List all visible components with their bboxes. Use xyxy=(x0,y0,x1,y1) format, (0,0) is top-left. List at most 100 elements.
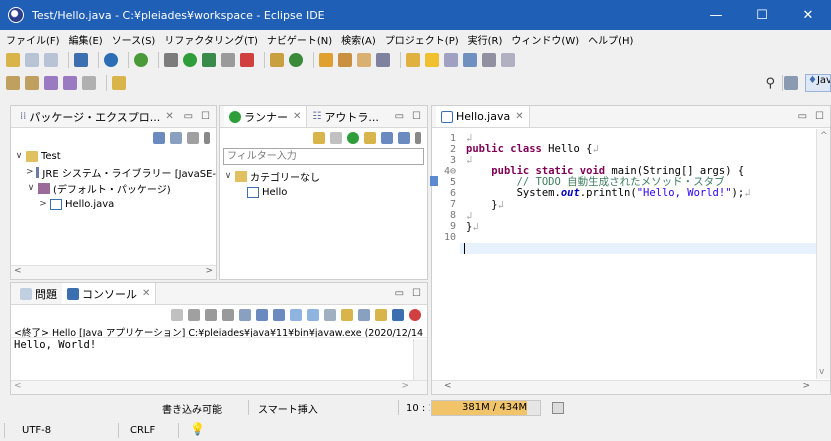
expand-icon[interactable]: ∨ xyxy=(223,171,233,181)
expand-icon[interactable]: > xyxy=(38,199,48,209)
editor-tab-hello-java[interactable]: Hello.java ✕ xyxy=(436,106,530,127)
annotation-icon[interactable] xyxy=(406,53,420,67)
remove-all-icon[interactable] xyxy=(222,309,234,321)
maximize-icon[interactable]: ☐ xyxy=(815,111,824,122)
last-edit-icon[interactable] xyxy=(44,76,58,90)
menu-window[interactable]: ウィンドウ(W) xyxy=(511,32,579,47)
display-console-icon[interactable] xyxy=(324,309,336,321)
pin-console-icon[interactable] xyxy=(307,309,319,321)
expand-icon[interactable]: ∨ xyxy=(14,151,24,161)
show-whitespace-icon[interactable] xyxy=(501,53,515,67)
tree-item-project[interactable]: ∨ Test xyxy=(14,148,216,164)
menu-search[interactable]: 検索(A) xyxy=(341,32,376,47)
tree-item-default-package[interactable]: ∨ (デフォルト・パッケージ) xyxy=(14,180,216,196)
new-config-icon[interactable] xyxy=(313,132,325,144)
scroll-right-icon[interactable]: > xyxy=(802,381,810,391)
new-java-project-icon[interactable] xyxy=(270,53,284,67)
run-icon[interactable] xyxy=(347,132,359,144)
menu-run[interactable]: 実行(R) xyxy=(468,32,503,47)
problems-tab[interactable]: 問題 xyxy=(15,283,62,304)
filter-icon[interactable] xyxy=(187,132,199,144)
maximize-icon[interactable]: ☐ xyxy=(412,111,421,122)
horizontal-scrollbar[interactable]: < > xyxy=(11,380,427,394)
terminal-icon[interactable] xyxy=(74,53,88,67)
task-marker-icon[interactable] xyxy=(430,176,438,186)
heap-status[interactable]: 381M / 434M xyxy=(431,400,541,416)
coverage-icon[interactable] xyxy=(202,53,216,67)
view-menu-icon[interactable] xyxy=(204,132,210,144)
minimize-icon[interactable]: ▭ xyxy=(395,288,404,299)
open-perspective-icon[interactable] xyxy=(784,76,798,90)
view-menu-icon[interactable] xyxy=(415,132,421,144)
word-wrap-icon[interactable] xyxy=(290,309,302,321)
scroll-right-icon[interactable]: > xyxy=(205,266,213,276)
edit-icon[interactable] xyxy=(376,53,390,67)
outline-tab[interactable]: ☷ アウトラ... xyxy=(307,106,383,127)
close-icon[interactable]: ✕ xyxy=(165,111,173,122)
stop-icon[interactable] xyxy=(221,53,235,67)
package-explorer-tab[interactable]: ⁞⁞ パッケージ・エクスプロ... ✕ xyxy=(15,106,179,127)
scroll-up-icon[interactable]: ^ xyxy=(820,131,828,141)
menu-file[interactable]: ファイル(F) xyxy=(6,32,60,47)
expand-icon[interactable]: ∨ xyxy=(26,183,36,193)
open-console-icon[interactable] xyxy=(341,309,353,321)
menu-navigate[interactable]: ナビゲート(N) xyxy=(267,32,332,47)
menu-project[interactable]: プロジェクト(P) xyxy=(385,32,459,47)
tips-lightbulb-icon[interactable]: 💡 xyxy=(190,422,205,436)
back-icon[interactable] xyxy=(63,76,77,90)
forward-icon[interactable] xyxy=(82,76,96,90)
close-icon[interactable]: ✕ xyxy=(293,111,301,122)
tree-item-hello[interactable]: Hello xyxy=(223,184,427,200)
vertical-scrollbar[interactable]: ^ v xyxy=(816,129,830,379)
save-all-icon[interactable] xyxy=(44,53,58,67)
minimize-button[interactable]: — xyxy=(693,0,739,30)
menu-source[interactable]: ソース(S) xyxy=(112,32,156,47)
new-icon[interactable] xyxy=(6,53,20,67)
pin-editor-icon[interactable] xyxy=(112,76,126,90)
menu-edit[interactable]: 編集(E) xyxy=(69,32,103,47)
run-icon[interactable] xyxy=(183,53,197,67)
expand-all-icon[interactable] xyxy=(398,132,410,144)
open-type-icon[interactable] xyxy=(319,53,333,67)
runner-tab[interactable]: ランナー ✕ xyxy=(224,106,308,127)
close-icon[interactable]: ✕ xyxy=(142,288,150,299)
terminate-icon[interactable] xyxy=(188,309,200,321)
menu-help[interactable]: ヘルプ(H) xyxy=(588,32,633,47)
link-with-editor-icon[interactable] xyxy=(170,132,182,144)
console-output[interactable]: Hello, World! xyxy=(11,338,427,352)
scroll-lock-icon[interactable] xyxy=(239,309,251,321)
expand-icon[interactable]: > xyxy=(26,167,34,177)
menu-refactor[interactable]: リファクタリング(T) xyxy=(164,32,258,47)
next-annotation-icon[interactable] xyxy=(6,76,20,90)
show-stdout-icon[interactable] xyxy=(256,309,268,321)
encoding-status[interactable]: UTF-8 xyxy=(22,425,51,436)
minimize-icon[interactable]: ▭ xyxy=(798,111,807,122)
open-resource-icon[interactable] xyxy=(357,53,371,67)
scroll-left-icon[interactable]: < xyxy=(14,381,22,391)
previous-annotation-icon[interactable] xyxy=(25,76,39,90)
new-console-icon[interactable] xyxy=(375,309,387,321)
block-selection-icon[interactable] xyxy=(482,53,496,67)
minimize-icon[interactable]: ▭ xyxy=(184,111,193,122)
scroll-left-icon[interactable]: < xyxy=(14,266,22,276)
scroll-down-icon[interactable]: v xyxy=(819,367,824,377)
horizontal-scrollbar[interactable]: < > xyxy=(432,380,830,394)
new-class-icon[interactable] xyxy=(289,53,303,67)
line-delimiter-status[interactable]: CRLF xyxy=(130,425,155,436)
console-tab[interactable]: コンソール ✕ xyxy=(62,283,157,304)
mark-occurrences-icon[interactable] xyxy=(425,53,439,67)
scroll-left-icon[interactable]: < xyxy=(444,381,452,391)
console-menu-icon[interactable] xyxy=(358,309,370,321)
java-perspective-button[interactable]: ♦Java xyxy=(805,74,831,92)
maximize-icon[interactable]: ☐ xyxy=(412,288,421,299)
tree-item-no-category[interactable]: ∨ カテゴリーなし xyxy=(223,168,427,184)
close-icon[interactable]: ✕ xyxy=(515,111,523,122)
duplicate-icon[interactable] xyxy=(330,132,342,144)
remove-launch-icon[interactable] xyxy=(205,309,217,321)
scroll-right-icon[interactable]: > xyxy=(401,381,409,391)
search-icon[interactable]: ⚲ xyxy=(765,76,775,91)
debug-icon[interactable] xyxy=(164,53,178,67)
collapse-all-icon[interactable] xyxy=(381,132,393,144)
tree-item-hello-java[interactable]: > Hello.java xyxy=(14,196,216,212)
folder-icon[interactable] xyxy=(364,132,376,144)
